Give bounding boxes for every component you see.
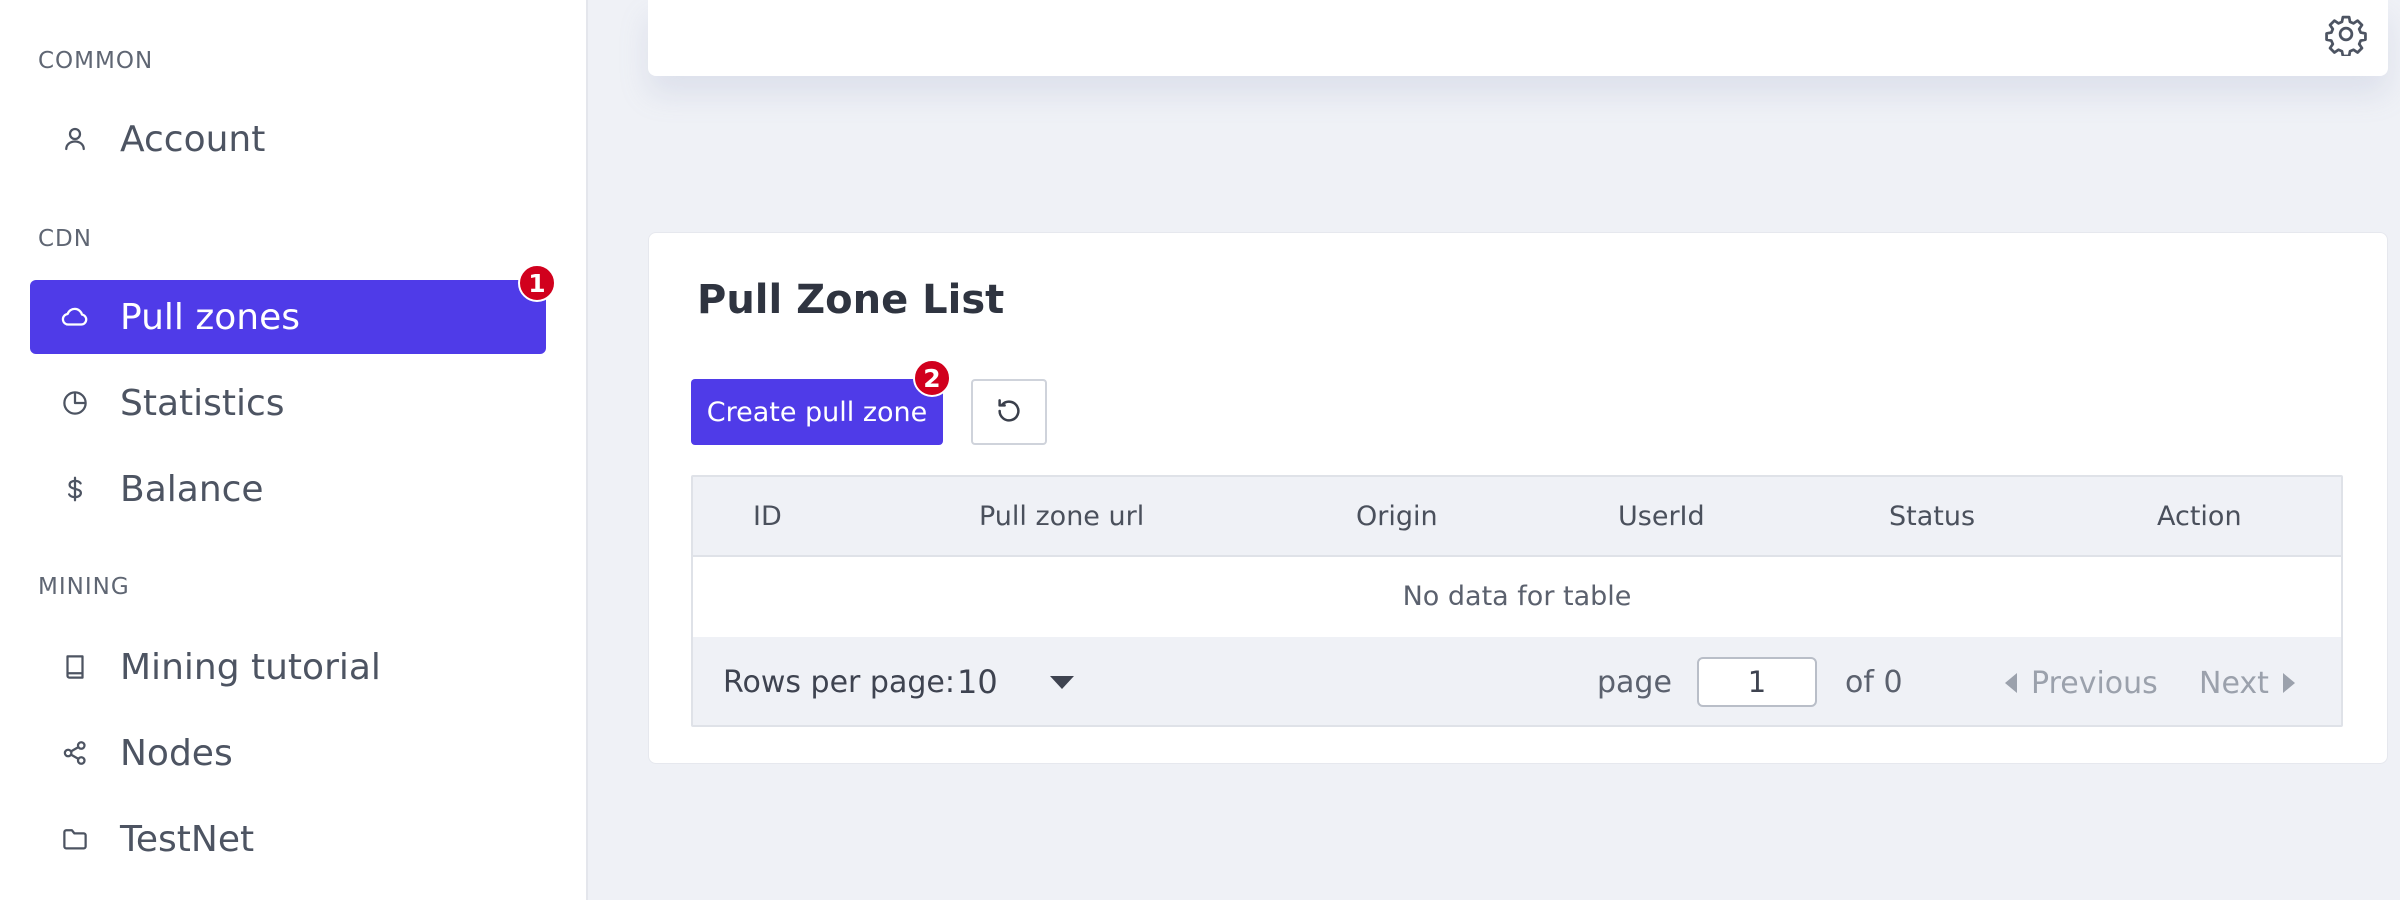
section-title-cdn: CDN	[38, 226, 92, 252]
column-header-status[interactable]: Status	[1889, 477, 1975, 557]
sidebar-item-nodes[interactable]: Nodes	[30, 716, 546, 790]
rows-per-page-select[interactable]: 10	[957, 659, 1077, 705]
top-bar	[648, 0, 2388, 76]
sidebar: COMMON Account CDN Pull zones 1 Statisti…	[0, 0, 588, 900]
sidebar-item-balance[interactable]: Balance	[30, 452, 546, 526]
pull-zone-list-card: Pull Zone List Create pull zone 2 ID Pul…	[648, 232, 2388, 764]
rows-per-page-value: 10	[957, 663, 998, 701]
column-header-id[interactable]: ID	[753, 477, 782, 557]
sidebar-item-label: Account	[120, 118, 266, 160]
sidebar-item-label: Nodes	[120, 732, 233, 774]
caret-down-icon	[1049, 675, 1074, 689]
cloud-icon	[60, 302, 90, 332]
refresh-button[interactable]	[971, 379, 1047, 445]
create-pull-zone-button[interactable]: Create pull zone	[691, 379, 943, 445]
rows-per-page-label: Rows per page:	[723, 665, 955, 700]
column-header-origin[interactable]: Origin	[1356, 477, 1438, 557]
step-badge: 2	[913, 359, 951, 397]
sidebar-item-label: Balance	[120, 468, 264, 510]
refresh-icon	[994, 396, 1024, 429]
sidebar-item-pull-zones[interactable]: Pull zones	[30, 280, 546, 354]
column-header-userid[interactable]: UserId	[1618, 477, 1705, 557]
book-icon	[60, 652, 90, 682]
sidebar-item-label: Pull zones	[120, 296, 300, 338]
share-nodes-icon	[60, 738, 90, 768]
sidebar-item-account[interactable]: Account	[30, 102, 546, 176]
table-header: ID Pull zone url Origin UserId Status Ac…	[693, 477, 2341, 557]
sidebar-item-statistics[interactable]: Statistics	[30, 366, 546, 440]
page-count-label: of 0	[1845, 665, 1903, 700]
dollar-icon	[60, 474, 90, 504]
section-title-common: COMMON	[38, 48, 154, 74]
sidebar-item-label: Statistics	[120, 382, 285, 424]
user-icon	[60, 124, 90, 154]
page-number-input[interactable]	[1697, 657, 1817, 707]
caret-right-icon	[2282, 673, 2295, 693]
app: COMMON Account CDN Pull zones 1 Statisti…	[0, 0, 2400, 900]
page-title: Pull Zone List	[697, 277, 1005, 323]
previous-label: Previous	[2031, 665, 2158, 701]
next-label: Next	[2199, 665, 2269, 701]
column-header-action[interactable]: Action	[2157, 477, 2242, 557]
step-badge: 1	[518, 264, 556, 302]
folder-icon	[60, 824, 90, 854]
caret-left-icon	[2005, 673, 2017, 693]
previous-page-button[interactable]: Previous	[2005, 661, 2158, 705]
sidebar-item-mining-tutorial[interactable]: Mining tutorial	[30, 630, 546, 704]
section-title-mining: MINING	[38, 574, 130, 600]
page-label: page	[1597, 665, 1672, 700]
gear-icon[interactable]	[2324, 12, 2368, 58]
pagination-bar: Rows per page: 10 page of 0 Previous Nex…	[693, 637, 2341, 725]
next-page-button[interactable]: Next	[2199, 661, 2295, 705]
pie-chart-icon	[60, 388, 90, 418]
sidebar-item-label: TestNet	[120, 818, 255, 860]
empty-table-message: No data for table	[693, 557, 2341, 637]
column-header-pull-zone-url[interactable]: Pull zone url	[979, 477, 1144, 557]
sidebar-item-label: Mining tutorial	[120, 646, 381, 688]
pull-zone-table: ID Pull zone url Origin UserId Status Ac…	[691, 475, 2343, 727]
sidebar-item-testnet[interactable]: TestNet	[30, 802, 546, 876]
